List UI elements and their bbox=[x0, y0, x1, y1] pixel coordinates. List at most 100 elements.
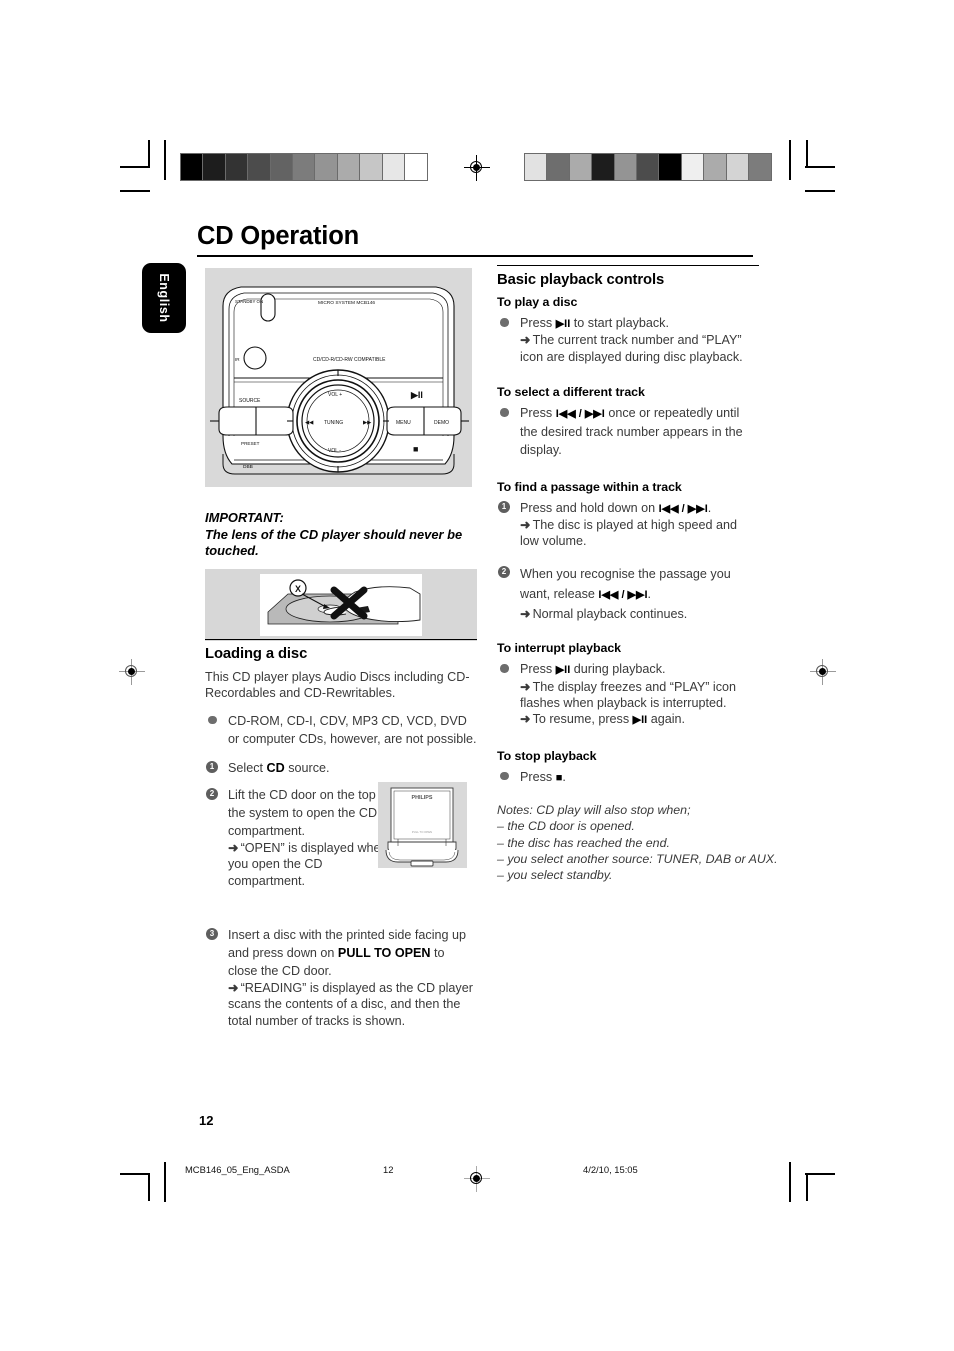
arrow-icon: ➜ bbox=[228, 981, 239, 996]
label-source: SOURCE bbox=[239, 398, 261, 404]
find-passage-step-1-text: Press and hold down on I◀◀ / ▶▶I. bbox=[520, 500, 712, 515]
calibration-swatch bbox=[360, 154, 383, 180]
loading-step-2: 2 Lift the CD door on the top of the sys… bbox=[205, 786, 396, 889]
registration-mark-left bbox=[119, 659, 145, 685]
crop-mark-top-left-h bbox=[120, 166, 150, 168]
calibration-swatch bbox=[726, 154, 749, 180]
calibration-swatch bbox=[270, 154, 293, 180]
arrow-icon: ➜ bbox=[520, 333, 531, 348]
calibration-swatch bbox=[404, 154, 428, 180]
registration-mark-bottom-center bbox=[464, 1166, 490, 1192]
crop-mark-top-left-v bbox=[148, 140, 150, 168]
calibration-swatch bbox=[292, 154, 316, 180]
bullet-dot-icon bbox=[500, 408, 509, 417]
loading-paragraph: This CD player plays Audio Discs includi… bbox=[205, 670, 470, 701]
greyscale-calibration-right bbox=[524, 153, 773, 181]
label-demo: DEMO bbox=[434, 420, 449, 426]
select-track-instruction: Press I◀◀ / ▶▶I once or repeatedly until… bbox=[520, 406, 743, 457]
important-heading: IMPORTANT: bbox=[205, 510, 284, 525]
crop-mark-top-left-bar bbox=[164, 140, 166, 180]
calibration-swatch bbox=[592, 154, 615, 180]
page-title: CD Operation bbox=[197, 222, 359, 250]
title-divider bbox=[197, 255, 753, 258]
label-next: ▶▶ bbox=[363, 420, 371, 426]
label-vol-down: VOL - bbox=[328, 448, 341, 454]
crop-mark-top-right-v bbox=[806, 140, 808, 168]
calibration-swatch bbox=[203, 154, 226, 180]
arrow-icon: ➜ bbox=[520, 518, 531, 533]
label-dbb: DBB bbox=[243, 464, 253, 470]
select-track-step: Press I◀◀ / ▶▶I once or repeatedly until… bbox=[497, 404, 759, 458]
loading-step-1: 1 Select CD source. bbox=[205, 759, 477, 777]
label-stop: ■ bbox=[413, 444, 418, 454]
interrupt-result-2: ➜ To resume, press ▶II again. bbox=[520, 712, 686, 727]
play-pause-icon: ▶II bbox=[555, 318, 571, 330]
calibration-swatch bbox=[315, 154, 338, 180]
basic-playback-section: Basic playback controls bbox=[497, 265, 759, 288]
bullet-dot-icon bbox=[208, 715, 217, 725]
find-passage-heading: To find a passage within a track bbox=[497, 479, 682, 494]
notes-item: – the CD door is opened. bbox=[497, 819, 635, 834]
calibration-swatch bbox=[569, 154, 593, 180]
find-passage-step-2-text: When you recognise the passage you want,… bbox=[520, 566, 731, 602]
bullet-dot-icon bbox=[500, 318, 509, 327]
label-compat: CD/CD-R/CD-RW COMPATIBLE bbox=[313, 357, 386, 363]
calibration-swatch bbox=[337, 154, 361, 180]
loading-bullet-text: CD-ROM, CD-I, CDV, MP3 CD, VCD, DVD or c… bbox=[228, 713, 477, 746]
label-ir: IR bbox=[235, 357, 240, 362]
calibration-swatch bbox=[547, 154, 570, 180]
step-number-2-icon: 2 bbox=[206, 787, 218, 800]
calibration-swatch bbox=[659, 154, 682, 180]
crop-mark-top-right-h bbox=[805, 166, 835, 168]
loading-step-2-result: ➜ “OPEN” is displayed when you open the C… bbox=[228, 840, 388, 888]
label-menu: MENU bbox=[396, 420, 411, 426]
basic-playback-heading: Basic playback controls bbox=[497, 272, 665, 288]
interrupt-instruction: Press ▶II during playback. bbox=[520, 662, 666, 677]
bullet-dot-icon bbox=[500, 771, 509, 781]
label-standby: STANDBY ON bbox=[235, 299, 263, 304]
important-block: IMPORTANT: The lens of the CD player sho… bbox=[205, 510, 477, 641]
label-tuning: TUNING bbox=[324, 420, 343, 426]
step-number-1-icon: 1 bbox=[206, 760, 218, 773]
play-pause-icon: ▶II bbox=[632, 714, 648, 727]
bullet-dot-icon bbox=[500, 664, 509, 673]
calibration-swatch bbox=[748, 154, 772, 180]
greyscale-calibration-left bbox=[180, 153, 429, 181]
lens-marker-label: X bbox=[295, 584, 301, 594]
language-tab-label: English bbox=[157, 273, 171, 323]
prev-next-icon: I◀◀ / ▶▶I bbox=[555, 408, 605, 421]
notes-block: Notes: CD play will also stop when; – th… bbox=[497, 802, 778, 883]
crop-mark-bottom-left-h bbox=[120, 1173, 150, 1175]
device-drawing: STANDBY ON MICRO SYSTEM MCB146 CD/CD-R/C… bbox=[210, 286, 469, 475]
loading-step-3-result: ➜ “READING” is displayed as the CD player… bbox=[228, 981, 473, 1028]
step-number-3-icon: 3 bbox=[206, 928, 218, 941]
manual-page: CD Operation English STANDBY ON MICRO SY… bbox=[0, 0, 954, 1351]
crop-mark-bottom-left-bar bbox=[164, 1162, 166, 1202]
calibration-swatch bbox=[681, 154, 705, 180]
play-disc-step: Press ▶II to start playback. ➜ The curren… bbox=[497, 314, 759, 365]
label-play-pause: ▶II bbox=[410, 390, 423, 400]
arrow-icon: ➜ bbox=[520, 679, 531, 694]
find-passage-step-1: 1 Press and hold down on I◀◀ / ▶▶I. ➜ The… bbox=[497, 499, 759, 550]
calibration-swatch bbox=[248, 154, 271, 180]
label-vol-up: VOL + bbox=[328, 392, 342, 398]
find-passage-step-2: 2 When you recognise the passage you wan… bbox=[497, 564, 759, 622]
loading-step-1-text: Select CD source. bbox=[228, 760, 330, 775]
calibration-swatch bbox=[181, 154, 204, 180]
calibration-swatch bbox=[225, 154, 249, 180]
interrupt-result-1: ➜ The display freezes and “PLAY” icon fla… bbox=[520, 679, 737, 711]
arrow-icon: ➜ bbox=[228, 840, 239, 855]
calibration-swatch bbox=[614, 154, 637, 180]
crop-mark-bottom-right-h bbox=[805, 1173, 835, 1175]
stop-instruction: Press ■. bbox=[520, 769, 566, 784]
notes-item: – the disc has reached the end. bbox=[497, 835, 670, 850]
select-track-heading: To select a different track bbox=[497, 385, 645, 400]
step-number-2-icon: 2 bbox=[498, 565, 510, 578]
notes-lead: Notes: CD play will also stop when; bbox=[497, 803, 691, 818]
notes-item: – you select standby. bbox=[497, 868, 613, 883]
calibration-swatch bbox=[636, 154, 660, 180]
find-passage-step-1-result: ➜ The disc is played at high speed and lo… bbox=[520, 518, 737, 549]
find-passage-step-2-result: ➜ Normal playback continues. bbox=[520, 606, 688, 621]
label-model: MICRO SYSTEM MCB146 bbox=[318, 300, 375, 306]
crop-mark-bottom-left-v bbox=[148, 1173, 150, 1201]
